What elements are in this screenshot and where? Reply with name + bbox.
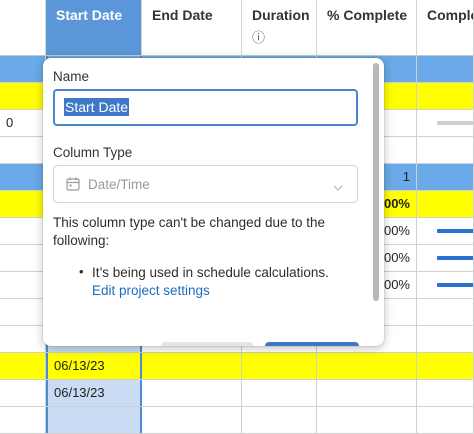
progress-bar — [437, 283, 473, 287]
table-cell[interactable] — [417, 83, 474, 109]
chevron-down-icon — [333, 179, 343, 197]
ok-button-edge[interactable] — [265, 342, 359, 346]
table-cell[interactable]: 0 — [0, 110, 46, 136]
table-cell[interactable] — [417, 191, 474, 217]
edit-project-settings-link[interactable]: Edit project settings — [92, 282, 210, 299]
column-header-label: Comple Progres — [427, 7, 474, 23]
table-cell[interactable] — [242, 380, 317, 406]
table-cell[interactable] — [46, 407, 142, 433]
table-cell[interactable] — [0, 164, 46, 190]
table-cell[interactable]: 06/13/23 — [46, 380, 142, 406]
table-cell[interactable] — [317, 353, 417, 379]
table-cell[interactable] — [417, 272, 474, 298]
table-row[interactable]: 06/13/23 — [0, 353, 474, 380]
table-row[interactable] — [0, 407, 474, 434]
table-cell[interactable]: 06/13/23 — [46, 353, 142, 379]
table-row[interactable]: 06/13/23 — [0, 380, 474, 407]
column-properties-popup: Name Start Date Column Type Date/Time Th… — [43, 58, 384, 346]
column-header-2[interactable]: Duration ⓘ — [242, 0, 317, 56]
table-cell[interactable] — [0, 83, 46, 109]
info-icon[interactable]: ⓘ — [252, 30, 316, 46]
bullet-text: It’s being used in schedule calculations… — [92, 265, 329, 280]
table-cell[interactable] — [242, 407, 317, 433]
table-cell[interactable] — [242, 353, 317, 379]
table-cell[interactable] — [0, 218, 46, 244]
table-cell[interactable] — [417, 299, 474, 325]
table-cell[interactable] — [417, 164, 474, 190]
table-cell[interactable] — [0, 299, 46, 325]
table-cell[interactable] — [0, 245, 46, 271]
progress-track — [437, 121, 473, 125]
popup-scrollbar[interactable] — [373, 63, 379, 301]
table-cell[interactable] — [417, 56, 474, 82]
column-header-4[interactable]: Comple Progres — [417, 0, 474, 56]
notice-line-2: following: — [53, 233, 110, 248]
column-name-input[interactable]: Start Date — [53, 89, 358, 126]
cancel-button-edge[interactable] — [161, 342, 253, 346]
table-cell[interactable] — [0, 137, 46, 163]
bullet-dot: • — [79, 264, 84, 279]
column-name-value: Start Date — [64, 98, 130, 116]
table-cell[interactable] — [417, 326, 474, 352]
table-cell[interactable] — [0, 407, 46, 433]
column-type-select[interactable]: Date/Time — [53, 165, 358, 203]
table-cell[interactable] — [142, 407, 242, 433]
table-cell[interactable] — [417, 245, 474, 271]
table-cell[interactable] — [317, 407, 417, 433]
table-cell[interactable] — [142, 353, 242, 379]
column-header-label: % Complete — [327, 7, 408, 23]
column-header-3[interactable]: % Complete — [317, 0, 417, 56]
table-cell[interactable] — [417, 110, 474, 136]
name-label: Name — [53, 69, 90, 84]
table-cell[interactable] — [0, 272, 46, 298]
table-cell[interactable] — [142, 380, 242, 406]
table-cell[interactable] — [317, 380, 417, 406]
calendar-icon — [66, 177, 80, 196]
column-header-label: Start Date — [56, 7, 123, 23]
table-cell[interactable] — [417, 380, 474, 406]
table-cell[interactable] — [0, 326, 46, 352]
column-type-value: Date/Time — [88, 177, 150, 192]
table-cell[interactable] — [417, 407, 474, 433]
table-cell[interactable] — [0, 380, 46, 406]
column-header-label: End Date — [152, 7, 213, 23]
column-header-label: Duration — [252, 7, 310, 23]
table-cell[interactable] — [417, 218, 474, 244]
table-cell[interactable] — [0, 56, 46, 82]
table-cell[interactable] — [417, 353, 474, 379]
table-cell[interactable] — [0, 191, 46, 217]
column-type-label: Column Type — [53, 145, 133, 160]
row-header-filler — [0, 0, 46, 56]
progress-bar — [437, 256, 473, 260]
column-header-1[interactable]: End Date — [142, 0, 242, 56]
column-header-0[interactable]: Start Date — [46, 0, 142, 56]
notice-line-1: This column type can't be changed due to… — [53, 215, 326, 230]
progress-bar — [437, 229, 473, 233]
table-cell[interactable] — [417, 137, 474, 163]
table-cell[interactable] — [0, 353, 46, 379]
